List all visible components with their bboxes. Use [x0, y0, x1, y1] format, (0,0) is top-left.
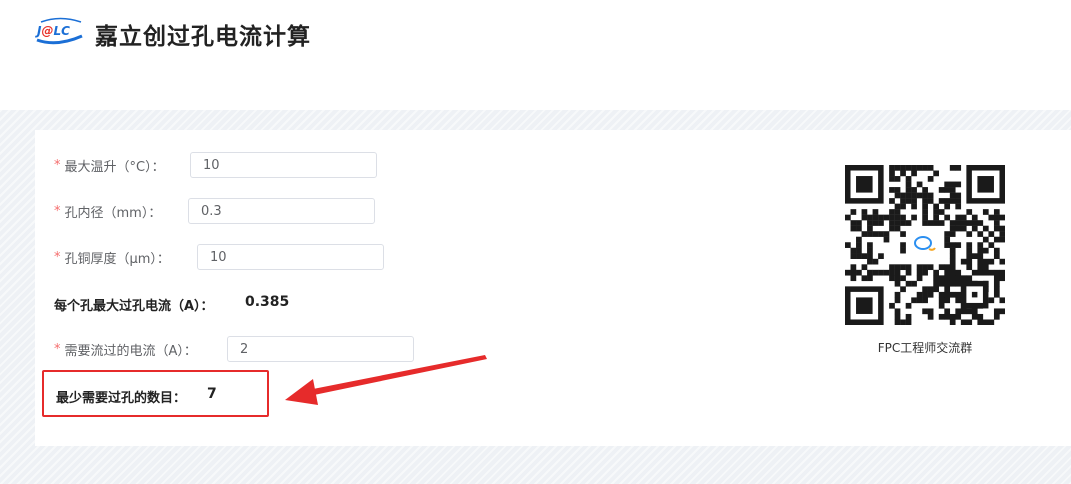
header: J@LC 嘉立创过孔电流计算: [0, 0, 1071, 110]
hole-diameter-label: 孔内径（mm）：: [64, 205, 162, 221]
jlc-logo: J@LC: [35, 17, 83, 45]
hole-diameter-input[interactable]: [188, 198, 375, 224]
form-row-copper-thickness: * 孔铜厚度（μm）：: [54, 243, 170, 271]
copper-thickness-input[interactable]: [197, 244, 384, 270]
max-current-value: 0.385: [245, 294, 290, 310]
required-mark: *: [54, 157, 61, 173]
qr-code[interactable]: [845, 165, 1005, 325]
required-mark: *: [54, 249, 61, 265]
red-arrow-annotation: [285, 355, 487, 405]
max-current-label: 每个孔最大过孔电流（A）：: [54, 299, 214, 314]
form-row-required-current: * 需要流过的电流（A）：: [54, 335, 197, 363]
copper-thickness-label: 孔铜厚度（μm）：: [64, 251, 170, 267]
form-row-temp-rise: * 最大温升（°C）：: [54, 151, 165, 179]
required-mark: *: [54, 203, 61, 219]
required-current-label: 需要流过的电流（A）：: [64, 343, 197, 359]
app-title: 嘉立创过孔电流计算: [95, 24, 311, 50]
min-vias-value: 7: [207, 386, 217, 402]
temp-rise-label: 最大温升（°C）：: [64, 159, 165, 175]
qr-caption: FPC工程师交流群: [877, 341, 973, 355]
temp-rise-input[interactable]: [190, 152, 377, 178]
svg-text:J@LC: J@LC: [35, 24, 70, 38]
form-row-hole-diameter: * 孔内径（mm）：: [54, 197, 161, 225]
min-vias-label: 最少需要过孔的数目：: [56, 391, 187, 406]
required-mark: *: [54, 341, 61, 357]
qq-group-icon: [912, 232, 938, 258]
